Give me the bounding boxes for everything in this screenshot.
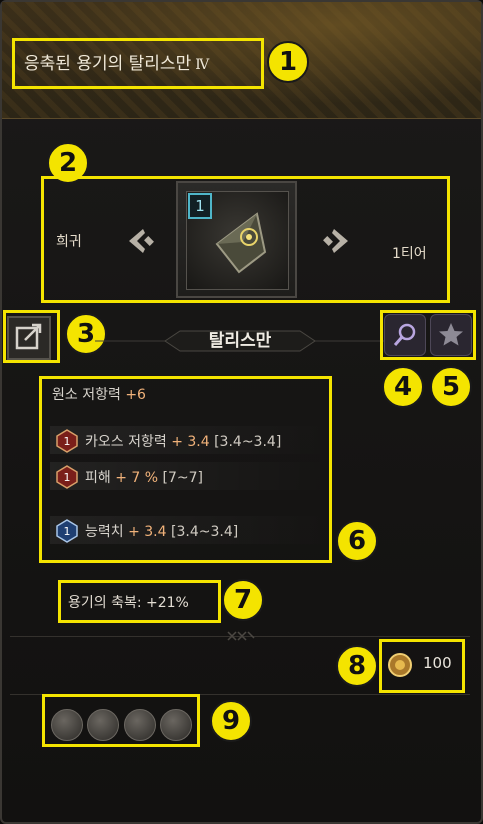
annotation-badge-9: 9 — [210, 700, 252, 742]
tier-label: 1티어 — [392, 246, 427, 262]
next-arrow-icon[interactable] — [310, 225, 350, 257]
annotation-badge-1: 1 — [267, 41, 309, 83]
item-type-label: 탈리스만 — [208, 331, 272, 351]
item-icon-slot[interactable]: 1 — [176, 181, 297, 298]
highlight-box-share — [3, 310, 60, 363]
divider-ornament-icon — [227, 631, 255, 641]
annotation-badge-7: 7 — [222, 579, 264, 621]
annotation-badge-5: 5 — [430, 366, 472, 408]
item-type-bar: 탈리스만 — [95, 326, 385, 356]
highlight-box-gold — [379, 639, 465, 693]
highlight-box-actions — [380, 310, 476, 360]
item-level-badge: 1 — [188, 193, 212, 219]
highlight-box-utilities — [42, 694, 200, 747]
annotation-badge-8: 8 — [336, 645, 378, 687]
prev-arrow-icon[interactable] — [127, 225, 167, 257]
highlight-box-blessing — [58, 580, 221, 623]
highlight-box-title — [12, 38, 264, 89]
rarity-label: 희귀 — [56, 234, 82, 250]
annotation-badge-6: 6 — [336, 520, 378, 562]
annotation-badge-4: 4 — [382, 366, 424, 408]
highlight-box-stats — [39, 376, 332, 563]
